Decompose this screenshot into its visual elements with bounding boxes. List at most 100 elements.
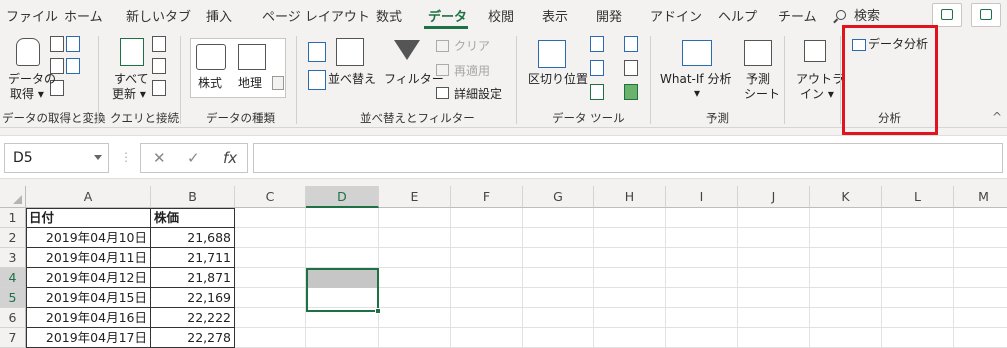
web-icon[interactable] [66, 36, 80, 52]
row-header-3[interactable]: 3 [0, 248, 26, 268]
text-to-columns-button[interactable]: 区切り位置 [528, 72, 588, 87]
cell-d7[interactable] [306, 328, 379, 348]
sort-button[interactable]: 並べ替え [328, 72, 376, 87]
cell-c3[interactable] [235, 248, 306, 268]
cell-f5[interactable] [451, 288, 523, 308]
cell-h1[interactable] [594, 208, 666, 228]
cell-l6[interactable] [882, 308, 954, 328]
cell-c1[interactable] [235, 208, 306, 228]
refresh-label1[interactable]: すべて [114, 72, 149, 87]
cell-h2[interactable] [594, 228, 666, 248]
cell-h5[interactable] [594, 288, 666, 308]
tab-home[interactable]: ホーム [64, 6, 103, 25]
cell-g5[interactable] [523, 288, 594, 308]
tab-review[interactable]: 校閲 [488, 6, 514, 25]
cell-f3[interactable] [451, 248, 523, 268]
cell-m2[interactable] [954, 228, 1007, 248]
row-header-5[interactable]: 5 [0, 288, 26, 308]
cell-i3[interactable] [666, 248, 738, 268]
cell-g2[interactable] [523, 228, 594, 248]
cell-g6[interactable] [523, 308, 594, 328]
cell-j3[interactable] [738, 248, 810, 268]
column-header-b[interactable]: B [151, 186, 235, 208]
cell-f2[interactable] [451, 228, 523, 248]
get-data-label2[interactable]: 取得 ▾ [10, 87, 44, 102]
what-if-dropdown[interactable]: ▾ [694, 86, 700, 101]
cell-j2[interactable] [738, 228, 810, 248]
cell-e3[interactable] [379, 248, 451, 268]
row-header-6[interactable]: 6 [0, 308, 26, 328]
column-header-m[interactable]: M [954, 186, 1007, 208]
tab-help[interactable]: ヘルプ [718, 6, 757, 25]
cell-c5[interactable] [235, 288, 306, 308]
cell-m5[interactable] [954, 288, 1007, 308]
cell-k4[interactable] [810, 268, 882, 288]
cell-k2[interactable] [810, 228, 882, 248]
filter-button[interactable]: フィルター [384, 72, 444, 87]
name-box[interactable]: D5 [4, 143, 109, 173]
edit-links-icon[interactable] [152, 80, 166, 96]
consolidate-icon[interactable] [624, 36, 638, 52]
cell-i1[interactable] [666, 208, 738, 228]
cell-c2[interactable] [235, 228, 306, 248]
cell-b6[interactable]: 22,222 [151, 308, 235, 328]
queries-connections-icon[interactable] [152, 36, 166, 52]
relationships-icon[interactable] [624, 60, 638, 76]
cell-i4[interactable] [666, 268, 738, 288]
cell-a7[interactable]: 2019年04月17日 [26, 328, 151, 348]
sort-desc-icon[interactable] [308, 70, 326, 90]
drag-handle[interactable]: ⋮ [120, 150, 132, 164]
cell-l7[interactable] [882, 328, 954, 348]
column-header-k[interactable]: K [810, 186, 882, 208]
cell-g4[interactable] [523, 268, 594, 288]
cell-e4[interactable] [379, 268, 451, 288]
geography-button[interactable]: 地理 [238, 76, 262, 91]
stocks-button[interactable]: 株式 [198, 76, 222, 91]
cell-f1[interactable] [451, 208, 523, 228]
share-button[interactable] [932, 3, 962, 27]
cell-e7[interactable] [379, 328, 451, 348]
cell-e6[interactable] [379, 308, 451, 328]
cell-i5[interactable] [666, 288, 738, 308]
cell-i2[interactable] [666, 228, 738, 248]
cell-k5[interactable] [810, 288, 882, 308]
cell-j6[interactable] [738, 308, 810, 328]
flash-fill-icon[interactable] [590, 36, 604, 52]
formula-input[interactable] [253, 143, 1003, 173]
what-if-button[interactable]: What-If 分析 [660, 72, 731, 87]
cell-j1[interactable] [738, 208, 810, 228]
column-header-g[interactable]: G [523, 186, 594, 208]
cell-d1[interactable] [306, 208, 379, 228]
data-validation-icon[interactable] [590, 84, 604, 100]
row-header-2[interactable]: 2 [0, 228, 26, 248]
cell-k1[interactable] [810, 208, 882, 228]
cell-k6[interactable] [810, 308, 882, 328]
cell-i6[interactable] [666, 308, 738, 328]
cell-a2[interactable]: 2019年04月10日 [26, 228, 151, 248]
cell-h3[interactable] [594, 248, 666, 268]
cell-l2[interactable] [882, 228, 954, 248]
recent-sources-icon[interactable] [66, 58, 80, 74]
tab-team[interactable]: チーム [778, 6, 817, 25]
cell-a1[interactable]: 日付 [26, 208, 151, 228]
cell-j5[interactable] [738, 288, 810, 308]
sort-asc-icon[interactable] [308, 42, 326, 62]
search-box[interactable]: 検索 [836, 5, 880, 24]
column-header-d[interactable]: D [306, 186, 379, 208]
column-header-e[interactable]: E [379, 186, 451, 208]
cell-b7[interactable]: 22,278 [151, 328, 235, 348]
cell-h6[interactable] [594, 308, 666, 328]
column-header-a[interactable]: A [26, 186, 151, 208]
cell-l3[interactable] [882, 248, 954, 268]
tab-developer[interactable]: 開発 [596, 6, 622, 25]
cell-g3[interactable] [523, 248, 594, 268]
cell-l5[interactable] [882, 288, 954, 308]
cell-b1[interactable]: 株価 [151, 208, 235, 228]
reapply-button[interactable]: 再適用 [454, 64, 490, 79]
cell-k7[interactable] [810, 328, 882, 348]
cell-h4[interactable] [594, 268, 666, 288]
cell-c4[interactable] [235, 268, 306, 288]
cell-f6[interactable] [451, 308, 523, 328]
cell-d2[interactable] [306, 228, 379, 248]
enter-icon[interactable]: ✓ [187, 149, 200, 167]
